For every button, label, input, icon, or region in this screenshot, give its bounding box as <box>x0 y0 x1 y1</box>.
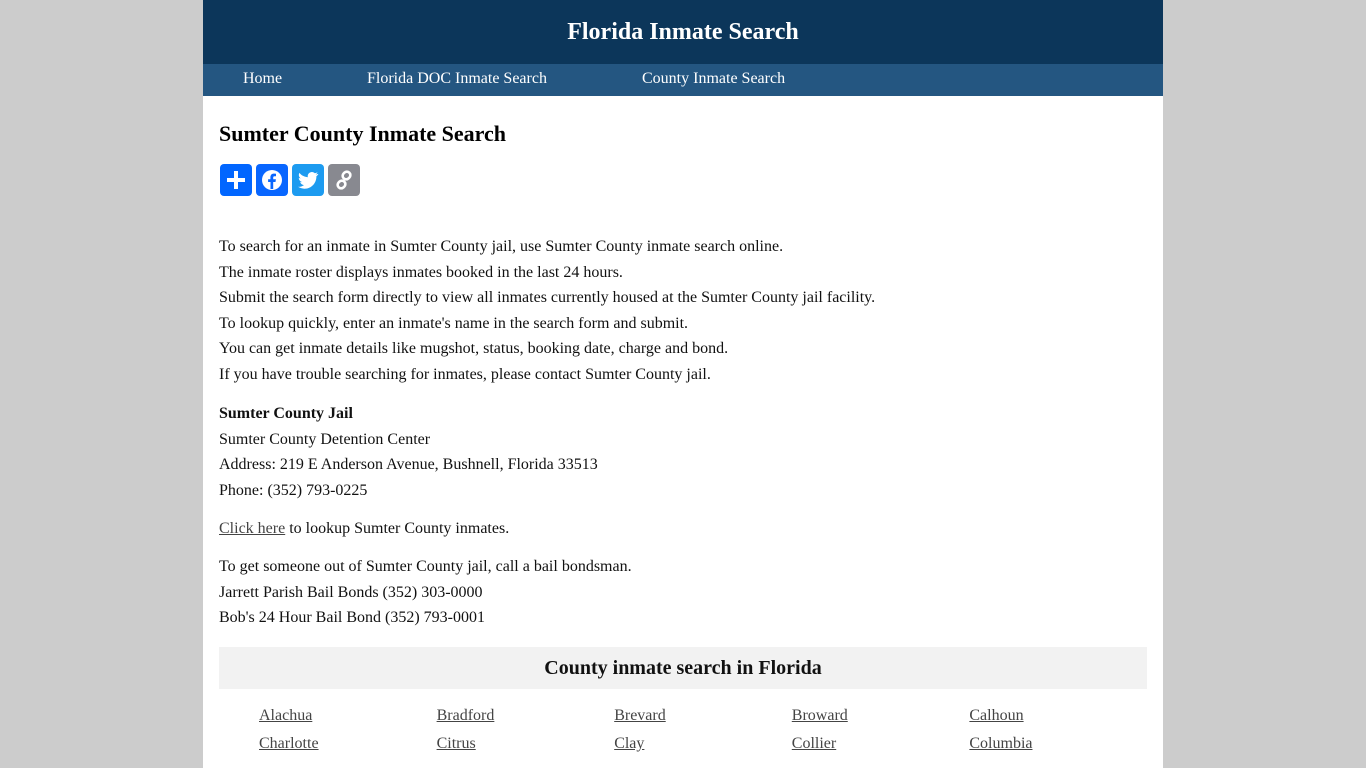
twitter-share-button[interactable] <box>292 164 324 196</box>
bail-line: Bob's 24 Hour Bail Bond (352) 793-0001 <box>219 609 485 627</box>
nav-county-inmate-search[interactable]: County Inmate Search <box>642 70 785 88</box>
intro-text: To search for an inmate in Sumter County… <box>219 234 875 388</box>
county-section-header: County inmate search in Florida <box>219 647 1147 689</box>
bail-line: Jarrett Parish Bail Bonds (352) 303-0000 <box>219 583 483 601</box>
nav-home[interactable]: Home <box>243 70 282 88</box>
jail-address: Address: 219 E Anderson Avenue, Bushnell… <box>219 456 598 474</box>
intro-line: If you have trouble searching for inmate… <box>219 365 711 383</box>
share-buttons <box>220 164 360 196</box>
twitter-icon <box>298 172 319 189</box>
bail-info: To get someone out of Sumter County jail… <box>219 554 632 631</box>
lookup-line: Click here to lookup Sumter County inmat… <box>219 516 509 542</box>
share-button[interactable] <box>220 164 252 196</box>
site-title[interactable]: Florida Inmate Search <box>567 19 799 46</box>
bail-line: To get someone out of Sumter County jail… <box>219 558 632 575</box>
intro-line: You can get inmate details like mugshot,… <box>219 340 729 358</box>
facebook-icon <box>262 170 282 190</box>
county-link-bradford[interactable]: Bradford <box>437 706 615 726</box>
county-link-broward[interactable]: Broward <box>792 706 970 726</box>
page-title: Sumter County Inmate Search <box>219 121 507 146</box>
jail-phone: Phone: (352) 793-0225 <box>219 481 368 499</box>
intro-line: To lookup quickly, enter an inmate's nam… <box>219 314 689 332</box>
intro-line: Submit the search form directly to view … <box>219 289 876 307</box>
link-icon <box>336 170 352 190</box>
county-link-charlotte[interactable]: Charlotte <box>259 734 437 754</box>
county-link-alachua[interactable]: Alachua <box>259 706 437 726</box>
jail-info: Sumter County Jail Sumter County Detenti… <box>219 401 598 503</box>
county-section-title: County inmate search in Florida <box>544 656 822 679</box>
intro-line: To search for an inmate in Sumter County… <box>219 238 784 255</box>
plus-icon <box>227 171 245 189</box>
main-nav: Home Florida DOC Inmate Search County In… <box>203 64 1163 96</box>
jail-name: Sumter County Jail <box>219 405 353 422</box>
county-link-columbia[interactable]: Columbia <box>969 734 1147 754</box>
jail-facility: Sumter County Detention Center <box>219 430 431 448</box>
page-container: Florida Inmate Search Home Florida DOC I… <box>203 0 1163 768</box>
county-link-brevard[interactable]: Brevard <box>614 706 792 726</box>
county-link-collier[interactable]: Collier <box>792 734 970 754</box>
copy-link-button[interactable] <box>328 164 360 196</box>
facebook-share-button[interactable] <box>256 164 288 196</box>
lookup-text: to lookup Sumter County inmates. <box>285 520 510 537</box>
click-here-link[interactable]: Click here <box>219 520 285 537</box>
county-link-citrus[interactable]: Citrus <box>437 734 615 754</box>
county-list: Alachua Bradford Brevard Broward Calhoun… <box>259 706 1147 754</box>
intro-line: The inmate roster displays inmates booke… <box>219 263 623 281</box>
county-link-calhoun[interactable]: Calhoun <box>969 706 1147 726</box>
site-header: Florida Inmate Search <box>203 0 1163 64</box>
nav-florida-doc-inmate-search[interactable]: Florida DOC Inmate Search <box>367 70 547 88</box>
county-link-clay[interactable]: Clay <box>614 734 792 754</box>
